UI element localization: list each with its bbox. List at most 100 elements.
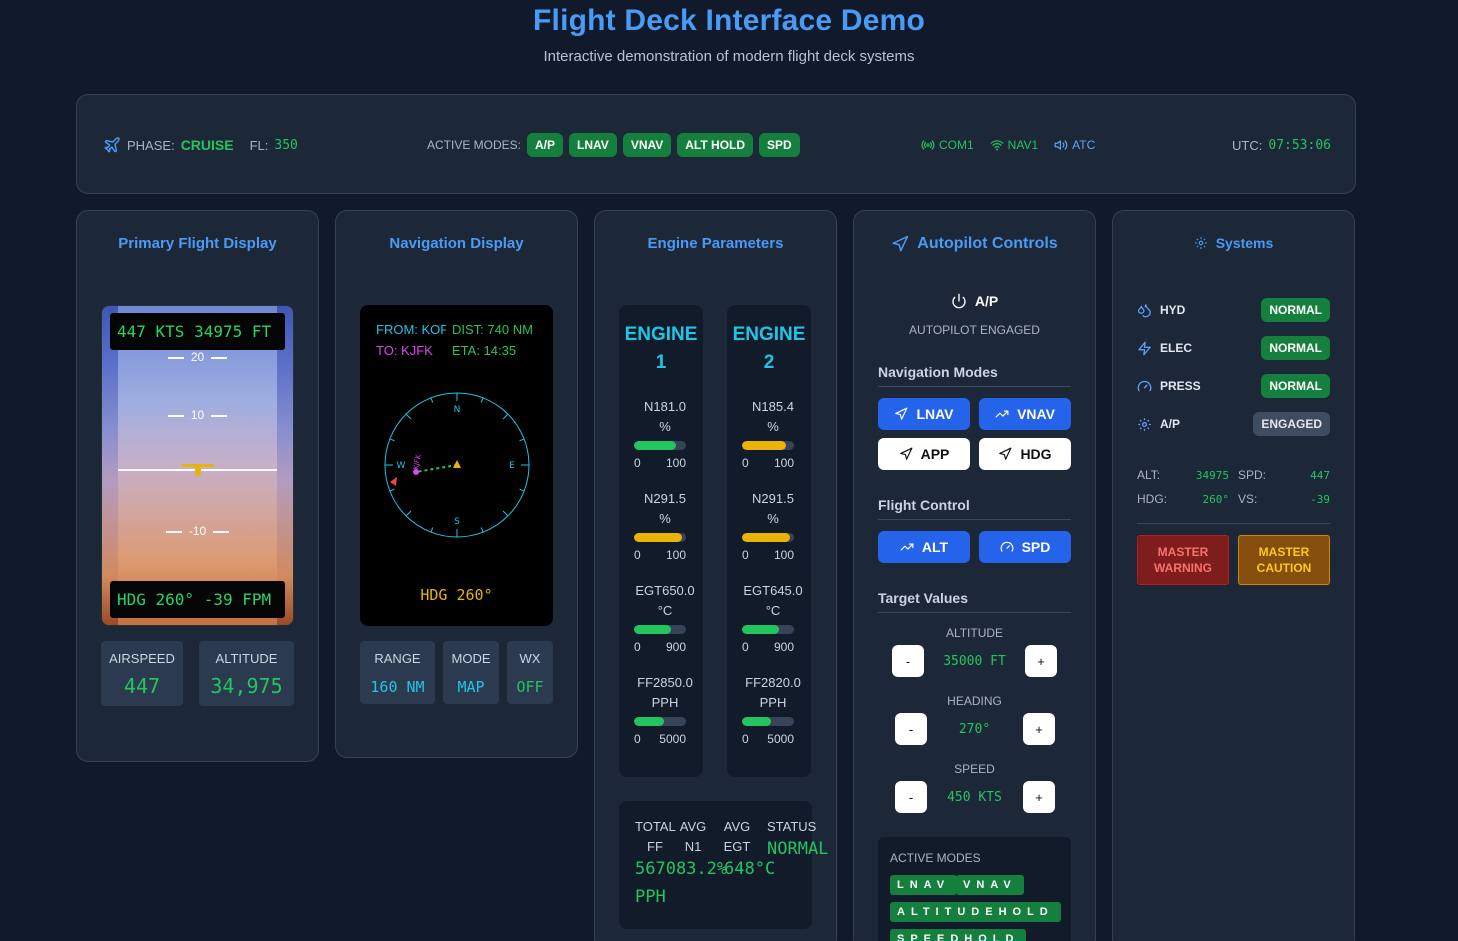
engine-panel: Engine Parameters ENGINE 1 N181.0% 0 100 N291… (594, 210, 837, 941)
hdg-readout: HDG: 260° (1137, 492, 1229, 506)
phase-label: PHASE: (127, 137, 175, 153)
param-unit: °C (765, 603, 781, 618)
param-range: 0 100 (742, 548, 794, 562)
hdg-readout-value: 260° (1202, 493, 1230, 506)
alt-button-label: ALT (921, 539, 949, 555)
utc-label: UTC: (1232, 137, 1263, 153)
param-range: 0 5000 (634, 732, 686, 746)
altitude-value: 34,975 (210, 674, 283, 698)
speed-increment-button[interactable]: + (1023, 781, 1055, 813)
nav-modes-heading: Navigation Modes (878, 364, 1071, 387)
param-value: N291.5 (644, 491, 686, 506)
spd-readout: SPD: 447 (1238, 468, 1330, 482)
param-gauge-fill (742, 441, 787, 450)
param-value: N185.4 (752, 399, 794, 414)
avg-egt-label: AVG EGT (723, 819, 751, 854)
mode-badge-ap: A/P (527, 133, 564, 157)
page-header: Flight Deck Interface Demo Interactive d… (0, 0, 1458, 65)
ap-active-modes-label: ACTIVE MODES (890, 851, 981, 865)
param-gauge (634, 533, 686, 542)
droplets-icon (1137, 303, 1151, 317)
alt-readout-label: ALT: (1137, 468, 1161, 482)
navigation-arrow-icon (892, 235, 909, 252)
target-heading-label: HEADING (947, 694, 1002, 708)
gauge-icon (1000, 541, 1013, 552)
wx-card[interactable]: WX OFF (507, 641, 553, 704)
elec-status: NORMAL (1261, 336, 1330, 360)
status-label: STATUS (767, 819, 817, 834)
utc-group: UTC: 07:53:06 (1232, 95, 1331, 195)
param-gauge (634, 625, 686, 634)
param-unit: % (659, 419, 671, 434)
master-caution-button[interactable]: MASTER CAUTION (1238, 535, 1330, 585)
spd-readout-label: SPD: (1238, 468, 1267, 482)
wx-label: WX (519, 651, 541, 666)
app-button[interactable]: APP (878, 438, 970, 470)
nd-from: FROM: KOF (376, 322, 446, 337)
param-max: 100 (773, 548, 794, 562)
navigation-icon (999, 447, 1012, 460)
engine-1-param: FF2850.0 PPH 0 5000 (634, 673, 696, 746)
heading-increment-button[interactable]: + (1023, 713, 1055, 745)
param-gauge (634, 717, 686, 726)
flight-status-bar: PHASE: CRUISE FL: 350 ACTIVE MODES: A/P … (76, 94, 1356, 194)
param-gauge-fill (742, 625, 780, 634)
param-value: EGT645.0 (743, 583, 803, 598)
range-label: RANGE (374, 651, 421, 666)
systems-title: Systems (1215, 235, 1274, 251)
fl-label: FL: (249, 137, 269, 153)
ap-mode-vnav: VNAV (956, 875, 1024, 895)
range-value: 160 NM (370, 678, 425, 696)
param-range: 0 100 (634, 548, 686, 562)
waypoint-label: KJFK (412, 454, 423, 471)
mode-badge-lnav: LNAV (569, 133, 617, 157)
param-value: EGT650.0 (635, 583, 695, 598)
total-ff-unit: PPH (635, 887, 666, 907)
vnav-button-label: VNAV (1017, 406, 1055, 422)
vnav-button[interactable]: VNAV (979, 398, 1071, 430)
master-warning-button[interactable]: MASTER WARNING (1137, 535, 1229, 585)
mode-badge-spd: SPD (759, 133, 800, 157)
comms-group: COM1 NAV1 ATC (921, 95, 1095, 195)
ap-master-toggle[interactable]: A/P (854, 293, 1095, 309)
param-value: N291.5 (752, 491, 794, 506)
mode-value: MAP (457, 678, 485, 696)
radio-icon (921, 140, 935, 150)
engine-1-param: N181.0% 0 100 (634, 397, 696, 470)
hyd-label: HYD (1160, 303, 1186, 317)
engine-2-title: ENGINE 2 (732, 324, 806, 373)
spd-button-label: SPD (1021, 539, 1051, 555)
spd-button[interactable]: SPD (979, 531, 1071, 563)
alt-readout: ALT: 34975 (1137, 468, 1229, 482)
com1-status: COM1 (921, 138, 974, 152)
lnav-button-label: LNAV (916, 406, 954, 422)
range-card[interactable]: RANGE 160 NM (360, 641, 435, 704)
ap-mode-altitude-hold: ALTITUDEHOLD (890, 902, 1061, 922)
altitude-increment-button[interactable]: + (1025, 645, 1057, 677)
param-unit: °C (657, 603, 673, 618)
param-gauge (742, 533, 794, 542)
param-min: 0 (634, 640, 641, 654)
systems-panel: Systems HYD NORMAL ELEC NORMAL PRESS NOR… (1112, 210, 1355, 941)
active-modes-label: ACTIVE MODES: (427, 138, 522, 152)
lnav-button[interactable]: LNAV (878, 398, 970, 430)
nd-heading: HDG 260° (420, 586, 493, 604)
total-ff-label: TOTAL FF (635, 819, 676, 854)
speaker-icon (1054, 140, 1068, 150)
compass-w: W (397, 461, 406, 471)
hdg-readout-label: HDG: (1137, 492, 1167, 506)
total-ff-value: 567083.2% (635, 859, 728, 879)
target-altitude-label: ALTITUDE (945, 626, 1004, 640)
param-min: 0 (634, 456, 641, 470)
engine-2-column: ENGINE 2 N185.4% 0 100 N291.5% 0 100 EGT645.0 °C 0… (727, 305, 811, 777)
param-gauge (634, 441, 686, 450)
altitude-label: ALTITUDE (215, 651, 278, 666)
navigation-arrow-icon (899, 447, 913, 460)
mode-card[interactable]: MODE MAP (443, 641, 499, 704)
hdg-button[interactable]: HDG (979, 438, 1071, 470)
param-unit: PPH (651, 695, 679, 710)
alt-button[interactable]: ALT (878, 531, 970, 563)
pfd-panel: Primary Flight Display 20 10 -10 447 KTS… (76, 210, 319, 762)
spd-readout-value: 447 (1310, 469, 1330, 482)
vs-readout: VS: -39 (1238, 492, 1330, 506)
